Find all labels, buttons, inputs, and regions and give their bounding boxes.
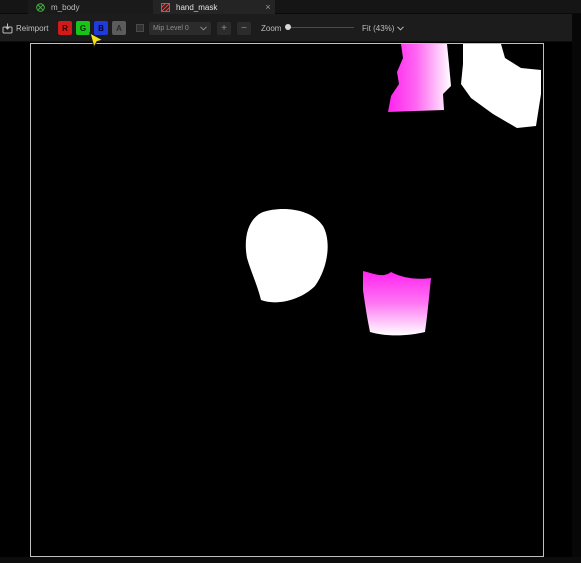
channel-a-toggle[interactable]: A: [112, 21, 126, 35]
zoom-label: Zoom: [261, 24, 282, 33]
mouse-cursor: [88, 31, 106, 54]
mask-island-top-right: [461, 44, 541, 128]
zoom-out-button[interactable]: −: [237, 22, 251, 35]
chevron-down-icon: [397, 26, 405, 31]
tab-bar: m_body hand_mask ×: [0, 0, 581, 14]
texture-icon: [161, 2, 170, 12]
zoom-slider-handle[interactable]: [285, 24, 291, 30]
texture-canvas[interactable]: [30, 43, 544, 557]
mask-island-top-gradient: [388, 44, 451, 112]
close-icon[interactable]: ×: [261, 2, 275, 12]
tab-m-body[interactable]: m_body: [28, 0, 153, 14]
reimport-button[interactable]: Reimport: [2, 20, 48, 36]
zoom-slider-track[interactable]: [286, 27, 354, 28]
background-color-swatch[interactable]: [136, 24, 144, 32]
texture-image: [245, 44, 541, 336]
channel-r-toggle[interactable]: R: [58, 21, 72, 35]
material-icon: [36, 2, 45, 12]
status-strip: [0, 557, 581, 563]
tab-label: hand_mask: [176, 2, 218, 12]
fit-dropdown[interactable]: Fit (43%): [362, 24, 405, 33]
chevron-down-icon: [200, 26, 207, 31]
mip-level-value: Mip Level 0: [153, 25, 189, 32]
zoom-in-button[interactable]: +: [217, 22, 231, 35]
pointer-icon: [89, 31, 105, 49]
reimport-icon: [2, 23, 13, 33]
tab-label: m_body: [51, 2, 80, 12]
fit-value: Fit (43%): [362, 24, 395, 33]
reimport-label: Reimport: [16, 23, 49, 33]
viewport-scrollbar[interactable]: [572, 14, 581, 563]
tab-hand-mask[interactable]: hand_mask ×: [153, 0, 275, 14]
mask-island-lower-gradient: [363, 271, 431, 336]
mask-island-center: [245, 208, 328, 303]
mip-level-dropdown[interactable]: Mip Level 0: [149, 22, 211, 35]
